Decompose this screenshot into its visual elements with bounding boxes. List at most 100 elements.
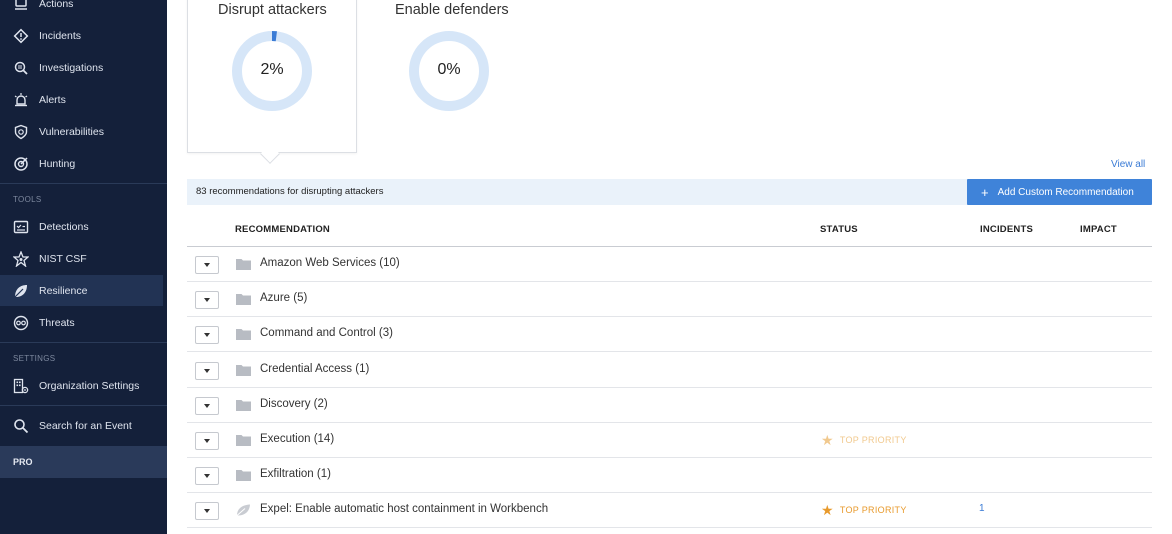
sidebar-item-label: Hunting	[39, 157, 76, 170]
sidebar-item-actions[interactable]: Actions	[0, 0, 163, 19]
recommendations-count: 83 recommendations for disrupting attack…	[196, 186, 384, 197]
org-settings-icon	[12, 377, 30, 395]
settings-section-label: SETTINGS	[13, 354, 56, 363]
view-all-link[interactable]: View all	[1111, 159, 1145, 170]
sidebar-item-label: Vulnerabilities	[39, 125, 104, 138]
threats-icon	[12, 314, 30, 332]
sidebar-item-vulnerabilities[interactable]: Vulnerabilities	[0, 116, 163, 147]
column-header-incidents[interactable]: INCIDENTS	[980, 224, 1033, 235]
star-icon: ★	[821, 502, 834, 519]
table-row[interactable]: Azure (5)	[187, 282, 1152, 318]
sidebar-item-threats[interactable]: Threats	[0, 307, 163, 338]
row-label: Execution (14)	[260, 433, 335, 445]
sidebar: Actions Incidents Investigations Alerts …	[0, 0, 167, 534]
sidebar-item-alerts[interactable]: Alerts	[0, 84, 163, 115]
folder-icon	[236, 470, 251, 482]
expand-row-button[interactable]	[195, 291, 219, 310]
sidebar-item-nist-csf[interactable]: NIST CSF	[0, 243, 163, 274]
sidebar-item-label: Alerts	[39, 93, 66, 106]
table-row[interactable]: Command and Control (3)	[187, 317, 1152, 353]
star-icon: ★	[821, 432, 834, 448]
sidebar-item-label: Search for an Event	[39, 419, 132, 432]
add-custom-recommendation-button[interactable]: + Add Custom Recommendation	[967, 179, 1152, 205]
status-label: TOP PRIORITY	[839, 435, 907, 445]
sidebar-item-label: Incidents	[39, 29, 82, 42]
expand-row-button[interactable]	[195, 396, 219, 415]
sidebar-item-label: NIST CSF	[39, 252, 87, 265]
expand-row-button[interactable]	[195, 432, 219, 450]
hunting-icon	[12, 155, 30, 173]
caret-down-icon	[204, 333, 210, 338]
folder-icon	[236, 259, 251, 270]
sidebar-item-detections[interactable]: Detections	[0, 211, 163, 242]
metric-value-disrupt: 2%	[260, 61, 284, 78]
caret-down-icon	[204, 263, 210, 267]
actions-icon	[12, 0, 30, 13]
sidebar-item-label: Threats	[39, 316, 75, 329]
column-header-status[interactable]: STATUS	[820, 224, 858, 235]
row-label: Exfiltration (1)	[260, 468, 331, 481]
row-label: Azure (5)	[260, 292, 308, 305]
expand-row-button[interactable]	[195, 467, 219, 486]
status-badge: ★ TOP PRIORITY	[821, 503, 907, 517]
add-button-label: Add Custom Recommendation	[997, 186, 1134, 198]
pro-badge[interactable]: PRO	[0, 446, 167, 478]
folder-icon	[236, 435, 251, 446]
sidebar-item-label: Actions	[39, 0, 74, 10]
sidebar-item-organization-settings[interactable]: Organization Settings	[0, 370, 163, 401]
expand-row-button[interactable]	[195, 256, 219, 274]
folder-icon	[236, 364, 251, 376]
caret-down-icon	[204, 439, 210, 443]
expand-row-button[interactable]	[195, 502, 219, 521]
caret-down-icon	[204, 298, 210, 303]
folder-icon	[236, 329, 251, 341]
nist-icon	[12, 250, 30, 268]
sidebar-item-label: Organization Settings	[39, 379, 140, 392]
folder-icon	[236, 294, 251, 306]
sidebar-divider	[0, 342, 167, 343]
row-label: Command and Control (3)	[260, 327, 393, 340]
sidebar-item-resilience[interactable]: Resilience	[0, 275, 163, 306]
vulnerabilities-icon	[12, 123, 30, 141]
sidebar-item-label: Resilience	[39, 284, 88, 297]
expand-row-button[interactable]	[195, 361, 219, 380]
row-label: Amazon Web Services (10)	[260, 257, 400, 269]
caret-down-icon	[204, 474, 210, 479]
caret-down-icon	[204, 403, 210, 408]
table-row[interactable]: Credential Access (1)	[187, 353, 1152, 388]
tools-section-label: TOOLS	[13, 195, 42, 204]
sidebar-search-event[interactable]: Search for an Event	[0, 410, 163, 441]
table-row[interactable]: Exfiltration (1)	[187, 458, 1152, 494]
table-row[interactable]: Amazon Web Services (10)	[187, 247, 1152, 282]
status-label: TOP PRIORITY	[839, 505, 907, 516]
sidebar-divider	[0, 405, 167, 406]
expand-row-button[interactable]	[195, 326, 219, 345]
leaf-icon	[12, 282, 30, 300]
column-header-recommendation[interactable]: RECOMMENDATION	[235, 224, 330, 235]
table-row[interactable]: Expel: Enable automatic host containment…	[187, 493, 1152, 529]
leaf-icon	[236, 504, 250, 517]
status-badge: ★ TOP PRIORITY	[821, 433, 907, 447]
sidebar-divider	[0, 183, 167, 184]
table-row[interactable]: Execution (14) ★ TOP PRIORITY	[187, 423, 1152, 458]
sidebar-item-investigations[interactable]: Investigations	[0, 52, 163, 83]
search-icon	[12, 417, 30, 435]
detections-icon	[12, 218, 30, 236]
sidebar-item-hunting[interactable]: Hunting	[0, 148, 163, 179]
row-label: Expel: Enable automatic host containment…	[260, 503, 549, 516]
caret-down-icon	[204, 509, 210, 514]
sidebar-item-label: Detections	[39, 220, 89, 233]
metric-title-enable[interactable]: Enable defenders	[395, 2, 509, 18]
folder-icon	[236, 399, 251, 411]
sidebar-item-label: Investigations	[39, 61, 104, 74]
plus-icon: +	[981, 184, 989, 200]
incidents-count-link[interactable]: 1	[979, 503, 985, 514]
table-row[interactable]: Discovery (2)	[187, 388, 1152, 423]
sidebar-item-incidents[interactable]: Incidents	[0, 20, 163, 51]
metric-value-enable: 0%	[437, 61, 461, 78]
column-header-impact[interactable]: IMPACT	[1080, 224, 1117, 235]
metric-title-disrupt: Disrupt attackers	[218, 2, 327, 18]
investigations-icon	[12, 59, 30, 77]
alerts-icon	[12, 91, 30, 109]
row-label: Discovery (2)	[260, 397, 328, 410]
